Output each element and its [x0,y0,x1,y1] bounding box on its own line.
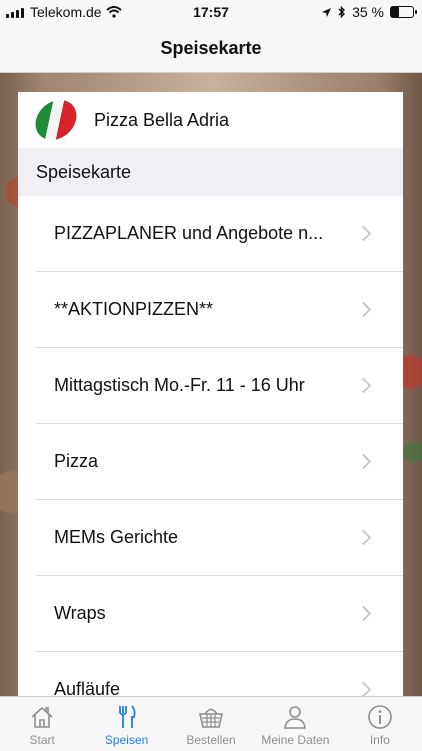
tab-info[interactable]: Info [338,697,422,751]
menu-card: Pizza Bella Adria Speisekarte PIZZAPLANE… [18,92,403,696]
menu-item-label: Mittagstisch Mo.-Fr. 11 - 16 Uhr [54,375,305,395]
tab-label: Info [369,733,390,747]
menu-item-wraps[interactable]: Wraps [36,576,403,652]
menu-item-aktionpizzen[interactable]: **AKTIONPIZZEN** [36,272,403,348]
navigation-bar: Speisekarte [0,24,422,73]
menu-item-label: Wraps [54,603,106,623]
restaurant-name: Pizza Bella Adria [94,109,230,130]
battery-icon [390,6,417,18]
chevron-right-icon [355,529,372,546]
house-icon [31,706,53,728]
tab-start[interactable]: Start [0,697,84,751]
chevron-right-icon [355,605,372,622]
tab-meine-daten[interactable]: Meine Daten [253,697,337,751]
clock: 17:57 [193,4,229,20]
menu-item-pizzaplaner[interactable]: PIZZAPLANER und Angebote n... [36,196,403,272]
chevron-right-icon [355,453,372,470]
tab-label: Start [29,733,55,747]
tab-speisen[interactable]: Speisen [84,697,168,751]
fork-knife-icon [118,705,136,728]
person-icon [284,706,307,729]
menu-item-mittagstisch[interactable]: Mittagstisch Mo.-Fr. 11 - 16 Uhr [36,348,403,424]
tab-bestellen[interactable]: Bestellen [169,697,253,751]
menu-item-mems-gerichte[interactable]: MEMs Gerichte [36,500,403,576]
menu-item-label: **AKTIONPIZZEN** [54,299,214,319]
chevron-right-icon [355,377,372,394]
chevron-right-icon [355,301,372,318]
menu-item-label: PIZZAPLANER und Angebote n... [54,223,324,243]
tab-label: Bestellen [186,733,236,747]
menu-item-label: Pizza [54,451,99,471]
tab-bar: Start Speisen Bestellen Meine Daten Info [0,696,422,751]
menu-item-auflaeufe[interactable]: Aufläufe [36,652,403,696]
menu-list: PIZZAPLANER und Angebote n... **AKTIONPI… [18,196,403,696]
chevron-right-icon [355,681,372,696]
section-header: Speisekarte [18,148,403,196]
menu-item-pizza[interactable]: Pizza [36,424,403,500]
info-icon [368,705,392,729]
italian-flag-logo-icon [31,100,81,140]
page-title: Speisekarte [160,37,262,58]
tab-label: Speisen [104,733,149,747]
chevron-right-icon [355,225,372,242]
menu-item-label: Aufläufe [54,679,121,696]
basket-icon [199,708,224,728]
restaurant-header: Pizza Bella Adria [18,92,403,148]
status-bar: Telekom.de 17:57 35 % [0,0,422,24]
menu-item-label: MEMs Gerichte [54,527,179,547]
tab-label: Meine Daten [261,733,330,747]
